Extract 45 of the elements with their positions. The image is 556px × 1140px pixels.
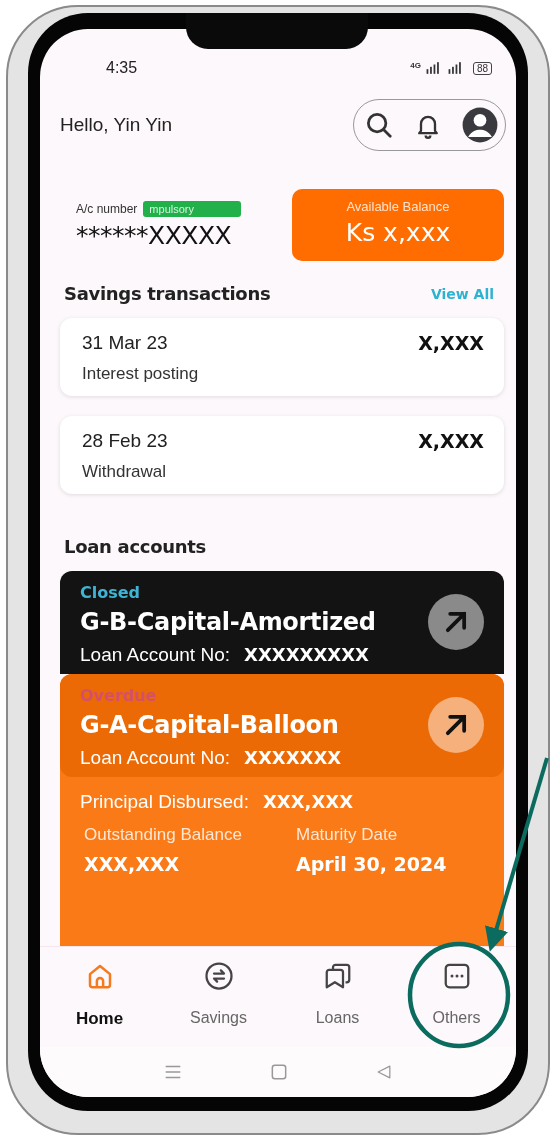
section-title: Loan accounts [64, 536, 206, 557]
loan-status: Overdue [80, 686, 158, 705]
nav-tab[interactable]: Savings [168, 957, 269, 1033]
transaction-description: Withdrawal [82, 462, 168, 482]
nav-tab[interactable]: Loans [287, 957, 388, 1033]
principal-label: Principal Disbursed: [80, 791, 249, 813]
balance-label: Available Balance [346, 199, 450, 214]
status-time: 4:35 [106, 59, 138, 77]
loan-name: G-B-Capital-Amortized [80, 608, 376, 636]
profile-icon[interactable] [461, 106, 499, 144]
transaction-card[interactable]: 31 Mar 23 X,XXX Interest posting [60, 318, 504, 396]
account-label: A/c number [76, 201, 138, 216]
arrow-up-right-icon[interactable] [428, 594, 484, 650]
loan-name: G-A-Capital-Balloon [80, 711, 339, 739]
transaction-amount: X,XXX [418, 430, 484, 452]
battery-level: 88 [472, 61, 492, 75]
account-number: ******XXXXX [76, 220, 233, 250]
loan-card[interactable]: Overdue G-A-Capital-Balloon Loan Account No: XXXXXXX Principal Disbursed: XXX,XXX Outstanding Balance Maturity Date XXX,XXX April 30, 2024 [60, 674, 504, 946]
maturity-date: April 30, 2024 [296, 853, 448, 875]
loan-status: Closed [80, 583, 142, 602]
balance-amount: Ks x,xxx [345, 218, 451, 247]
loan-account-label: Loan Account No: [80, 644, 230, 666]
exchange-icon [203, 961, 234, 991]
greeting-text: Hello, Yin Yin [60, 114, 172, 136]
search-icon[interactable] [364, 110, 394, 140]
maturity-label: Maturity Date [296, 825, 399, 845]
loan-account-number: XXXXXXXXX [244, 644, 369, 665]
account-type-tag: mpulsory [143, 200, 242, 217]
nav-tab[interactable]: Home [49, 957, 150, 1033]
network-type: 4G [410, 61, 421, 70]
loan-account-number: XXXXXXX [244, 747, 342, 768]
transaction-card[interactable]: 28 Feb 23 X,XXX Withdrawal [60, 416, 504, 494]
outstanding-label: Outstanding Balance [84, 825, 243, 845]
arrow-up-right-icon[interactable] [428, 697, 484, 753]
section-title: Savings transactions [64, 283, 271, 304]
nav-tab[interactable]: Others [406, 957, 507, 1033]
transaction-amount: X,XXX [418, 332, 484, 354]
loan-card[interactable]: Closed G-B-Capital-Amortized Loan Account No: XXXXXXXXX [60, 571, 504, 674]
transaction-description: Interest posting [82, 364, 200, 384]
square-icon[interactable] [269, 1062, 289, 1082]
transaction-date: 28 Feb 23 [82, 430, 168, 452]
principal-amount: XXX,XXX [262, 791, 354, 812]
transaction-date: 31 Mar 23 [82, 332, 168, 354]
outstanding-amount: XXX,XXX [84, 853, 181, 875]
loan-account-label: Loan Account No: [80, 747, 230, 769]
